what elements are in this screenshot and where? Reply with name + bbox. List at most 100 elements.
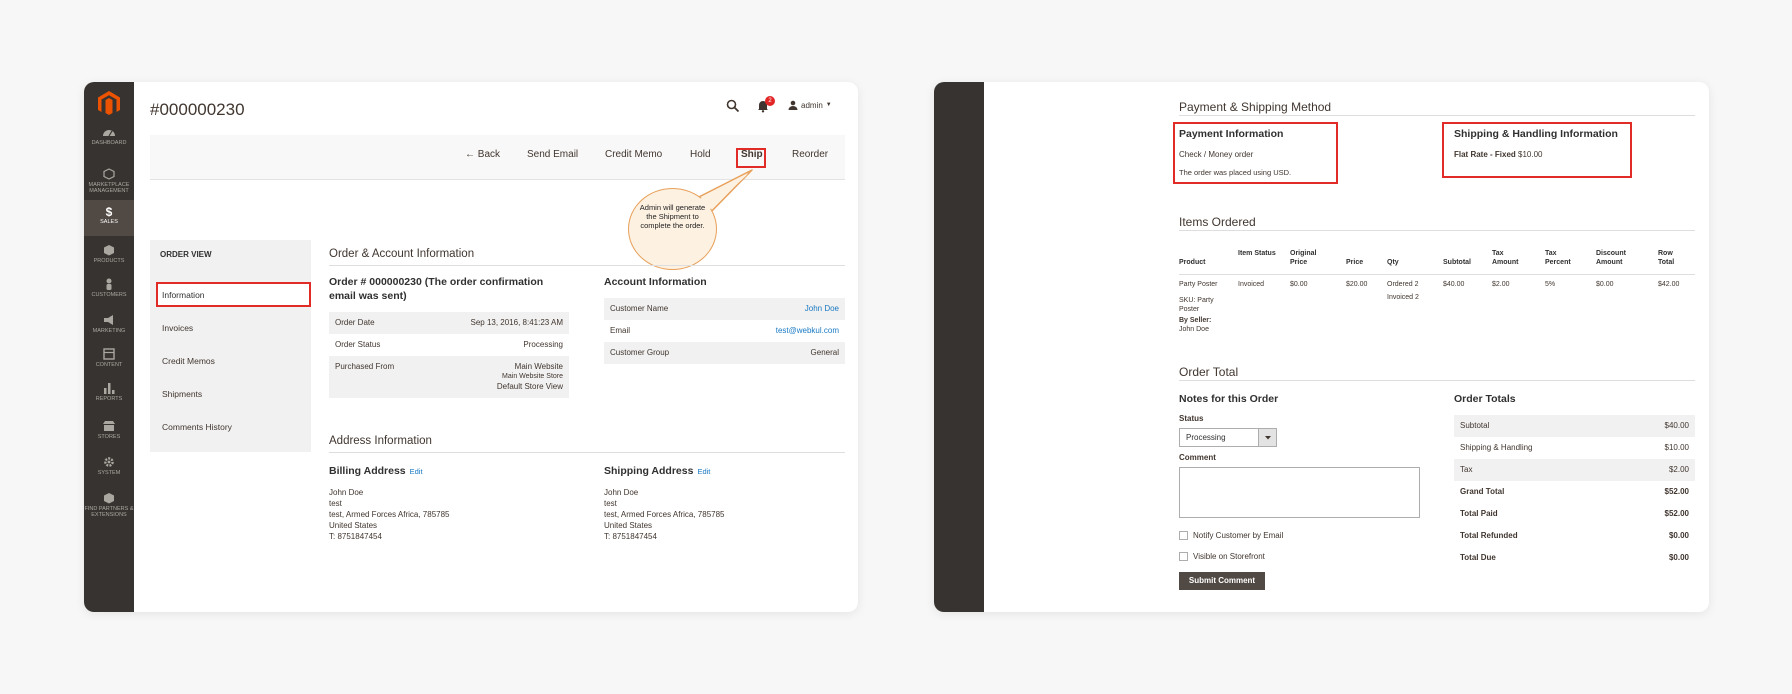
nav-find-partners[interactable]: FIND PARTNERS & EXTENSIONS (84, 492, 134, 518)
divider (1179, 274, 1695, 275)
order-number-title: Order # 000000230 (The order confirmatio… (329, 276, 544, 302)
shipping-title-text: Shipping Address (604, 465, 694, 477)
back-button[interactable]: ← Back (465, 149, 500, 160)
address-line: John Doe (329, 488, 364, 497)
notify-label: Notify Customer by Email (1193, 531, 1284, 540)
hold-button[interactable]: Hold (690, 149, 711, 160)
chevron-down-icon: ▼ (825, 102, 832, 108)
row-label: Total Refunded (1460, 531, 1518, 540)
col-header: Original Price (1290, 250, 1317, 266)
payment-method: Check / Money order (1179, 150, 1254, 159)
table-row: Tax $2.00 (1454, 459, 1695, 481)
nav-sales[interactable]: $ SALES (84, 200, 134, 236)
divider (329, 452, 845, 453)
dollar-icon: $ (105, 205, 113, 219)
nav-label: CONTENT (95, 362, 123, 368)
boxes-icon (104, 493, 114, 504)
nav-dashboard[interactable]: DASHBOARD (84, 126, 134, 146)
table-row: Customer Group General (604, 342, 845, 364)
hexagon-icon (103, 168, 115, 180)
comment-textarea[interactable] (1179, 467, 1420, 518)
billing-address: John Doe test test, Armed Forces Africa,… (329, 487, 450, 542)
row-label: Email (610, 326, 631, 335)
nav-marketing[interactable]: MARKETING (84, 314, 134, 334)
user-icon (788, 100, 798, 110)
billing-title-text: Billing Address (329, 465, 406, 477)
nav-products[interactable]: PRODUCTS (84, 244, 134, 264)
row-value: $0.00 (1668, 531, 1689, 540)
tab-invoices[interactable]: Invoices (162, 323, 193, 333)
nav-label: MARKETING (92, 328, 126, 334)
cube-icon (104, 245, 114, 256)
table-row: Total Refunded $0.00 (1454, 525, 1695, 547)
admin-sidebar: DASHBOARD MARKETPLACE MANAGEMENT $ SALES… (84, 82, 134, 612)
nav-content[interactable]: CONTENT (84, 348, 134, 368)
send-email-button[interactable]: Send Email (527, 149, 578, 160)
visible-label: Visible on Storefront (1193, 552, 1265, 561)
nav-reports[interactable]: REPORTS (84, 382, 134, 402)
nav-label: FIND PARTNERS & EXTENSIONS (84, 506, 134, 518)
nav-label: SYSTEM (97, 470, 121, 476)
col-header: Qty (1387, 259, 1399, 266)
divider (1179, 380, 1695, 381)
admin-sidebar (934, 82, 984, 612)
user-menu[interactable]: admin ▼ (788, 100, 832, 110)
nav-customers[interactable]: CUSTOMERS (84, 278, 134, 298)
row-label: Customer Group (610, 348, 670, 357)
row-value: General (810, 348, 839, 357)
row-value: Main Website Main Website Store Default … (497, 362, 563, 392)
tab-information[interactable]: Information (162, 290, 205, 300)
row-label: Purchased From (335, 362, 395, 371)
order-view-tabs: ORDER VIEW (150, 240, 311, 452)
shipping-handling-title: Shipping & Handling Information (1454, 128, 1618, 140)
address-line: T: 8751847454 (604, 532, 657, 541)
tab-credit-memos[interactable]: Credit Memos (162, 356, 215, 366)
dashboard-icon (103, 130, 115, 137)
reorder-button[interactable]: Reorder (792, 149, 828, 160)
col-header: Tax Amount (1492, 250, 1519, 266)
table-row: Customer Name John Doe (604, 298, 845, 320)
item-original-price: $0.00 (1290, 281, 1308, 288)
row-label: Order Status (335, 340, 381, 349)
nav-stores[interactable]: STORES (84, 420, 134, 440)
billing-edit-link[interactable]: Edit (410, 467, 423, 476)
row-value: $2.00 (1668, 465, 1689, 474)
tab-comments-history[interactable]: Comments History (162, 422, 232, 432)
row-value: Sep 13, 2016, 8:41:23 AM (470, 318, 563, 327)
col-header: Tax Percent (1545, 250, 1571, 266)
row-value: $52.00 (1664, 487, 1689, 496)
value-line: Main Website (514, 362, 563, 371)
table-row: Total Paid $52.00 (1454, 503, 1695, 525)
submit-comment-button[interactable]: Submit Comment (1179, 572, 1265, 590)
row-label: Shipping & Handling (1460, 443, 1533, 452)
search-icon[interactable] (726, 99, 740, 113)
row-label: Grand Total (1460, 487, 1505, 496)
address-line: United States (329, 521, 378, 530)
magento-logo-icon[interactable] (96, 90, 122, 116)
status-select[interactable]: Processing (1179, 428, 1277, 447)
chevron-down-icon (1258, 429, 1276, 446)
table-row: Purchased From Main Website Main Website… (329, 356, 569, 398)
row-label: Total Due (1460, 553, 1496, 562)
notes-title: Notes for this Order (1179, 393, 1279, 405)
row-value: $40.00 (1664, 421, 1689, 430)
order-total-heading: Order Total (1179, 365, 1239, 379)
item-product: Party Poster (1179, 281, 1218, 288)
nav-system[interactable]: SYSTEM (84, 456, 134, 476)
item-qty-ordered: Ordered 2 (1387, 281, 1419, 288)
visible-checkbox[interactable] (1179, 552, 1188, 561)
email-link[interactable]: test@webkul.com (776, 326, 839, 336)
shipping-address-title: Shipping Address Edit (604, 464, 710, 479)
customer-name-link[interactable]: John Doe (805, 304, 839, 314)
nav-label: REPORTS (95, 396, 123, 402)
credit-memo-button[interactable]: Credit Memo (605, 149, 662, 160)
nav-label: CUSTOMERS (91, 292, 127, 298)
nav-marketplace[interactable]: MARKETPLACE MANAGEMENT (84, 168, 134, 194)
shipping-edit-link[interactable]: Edit (697, 467, 710, 476)
order-view-heading: ORDER VIEW (160, 250, 212, 259)
item-seller-link[interactable]: John Doe (1179, 325, 1209, 334)
tab-shipments[interactable]: Shipments (162, 389, 202, 399)
rate-label: Flat Rate - Fixed (1454, 150, 1516, 159)
billing-address-title: Billing Address Edit (329, 464, 423, 479)
notify-checkbox[interactable] (1179, 531, 1188, 540)
